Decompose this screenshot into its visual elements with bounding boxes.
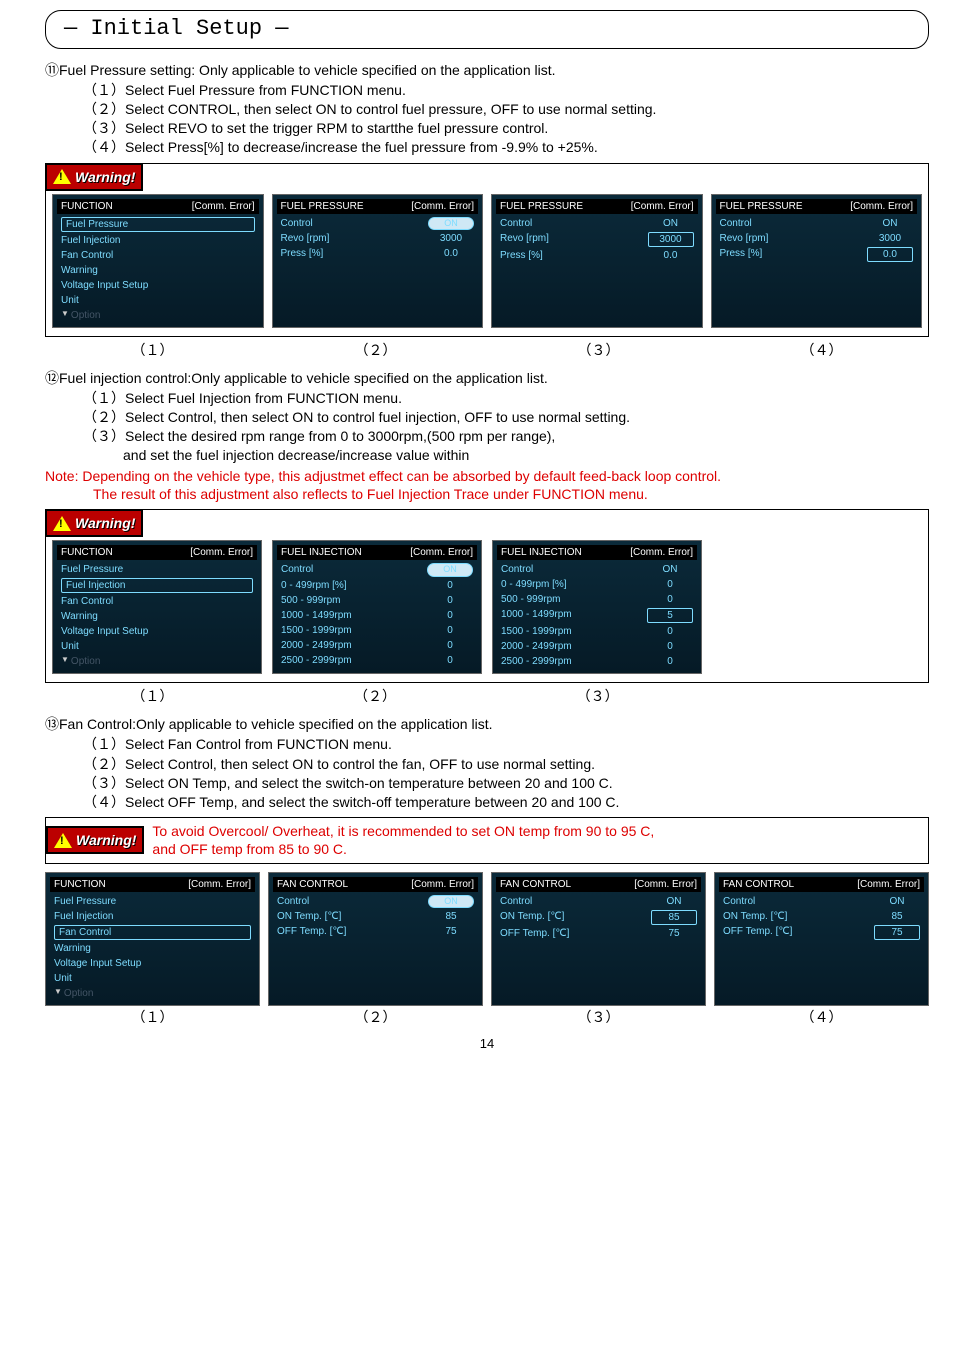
s12-steps: （１）Select Fuel Injection from FUNCTION m… (83, 389, 929, 465)
warning-badge: Warning! (45, 509, 143, 537)
s13-captions: （１）（２）（３）（４） (45, 1008, 929, 1026)
panel-fc-4: FAN CONTROL[Comm. Error] ControlON ON Te… (714, 872, 929, 1006)
panel-fc-3: FAN CONTROL[Comm. Error] ControlON ON Te… (491, 872, 706, 1006)
panel-fi-3: FUEL INJECTION[Comm. Error] ControlON 0 … (492, 540, 702, 674)
s13-warning-note: Warning! To avoid Overcool/ Overheat, it… (45, 817, 929, 863)
s12-lead: ⑫Fuel injection control:Only applicable … (45, 369, 929, 387)
panel-function: FUNCTION[Comm. Error] Fuel Pressure Fuel… (52, 194, 264, 328)
s13-steps: （１）Select Fan Control from FUNCTION menu… (83, 735, 929, 811)
panel-function-2: FUNCTION[Comm. Error] Fuel Pressure Fuel… (52, 540, 262, 674)
s11-captions: （１）（２）（３）（４） (45, 341, 929, 359)
s12-note: Note: Depending on the vehicle type, thi… (45, 467, 929, 503)
page-number: 14 (45, 1036, 929, 1053)
warning-badge: Warning! (46, 826, 144, 854)
s12-captions: （１）（２）（３） (45, 687, 705, 705)
panel-function-3: FUNCTION[Comm. Error] Fuel Pressure Fuel… (45, 872, 260, 1006)
s13-screens: FUNCTION[Comm. Error] Fuel Pressure Fuel… (45, 872, 929, 1006)
warning-icon (53, 516, 71, 531)
panel-fc-2: FAN CONTROL[Comm. Error] ControlON ON Te… (268, 872, 483, 1006)
panel-fp-4: FUEL PRESSURE[Comm. Error] ControlON Rev… (711, 194, 923, 328)
s11-steps: （１）Select Fuel Pressure from FUNCTION me… (83, 81, 929, 157)
warning-badge: Warning! (45, 163, 143, 191)
warning-icon (53, 169, 71, 184)
warning-icon (54, 833, 72, 848)
s11-lead: ⑪Fuel Pressure setting: Only applicable … (45, 61, 929, 79)
s13-lead: ⑬Fan Control:Only applicable to vehicle … (45, 715, 929, 733)
s11-screens: Warning! FUNCTION[Comm. Error] Fuel Pres… (45, 163, 929, 337)
panel-fp-2: FUEL PRESSURE[Comm. Error] ControlON Rev… (272, 194, 484, 328)
page-title: — Initial Setup — (64, 15, 910, 44)
panel-fp-3: FUEL PRESSURE[Comm. Error] ControlON Rev… (491, 194, 703, 328)
s12-screens: Warning! FUNCTION[Comm. Error] Fuel Pres… (45, 509, 929, 683)
panel-fi-2: FUEL INJECTION[Comm. Error] ControlON 0 … (272, 540, 482, 674)
